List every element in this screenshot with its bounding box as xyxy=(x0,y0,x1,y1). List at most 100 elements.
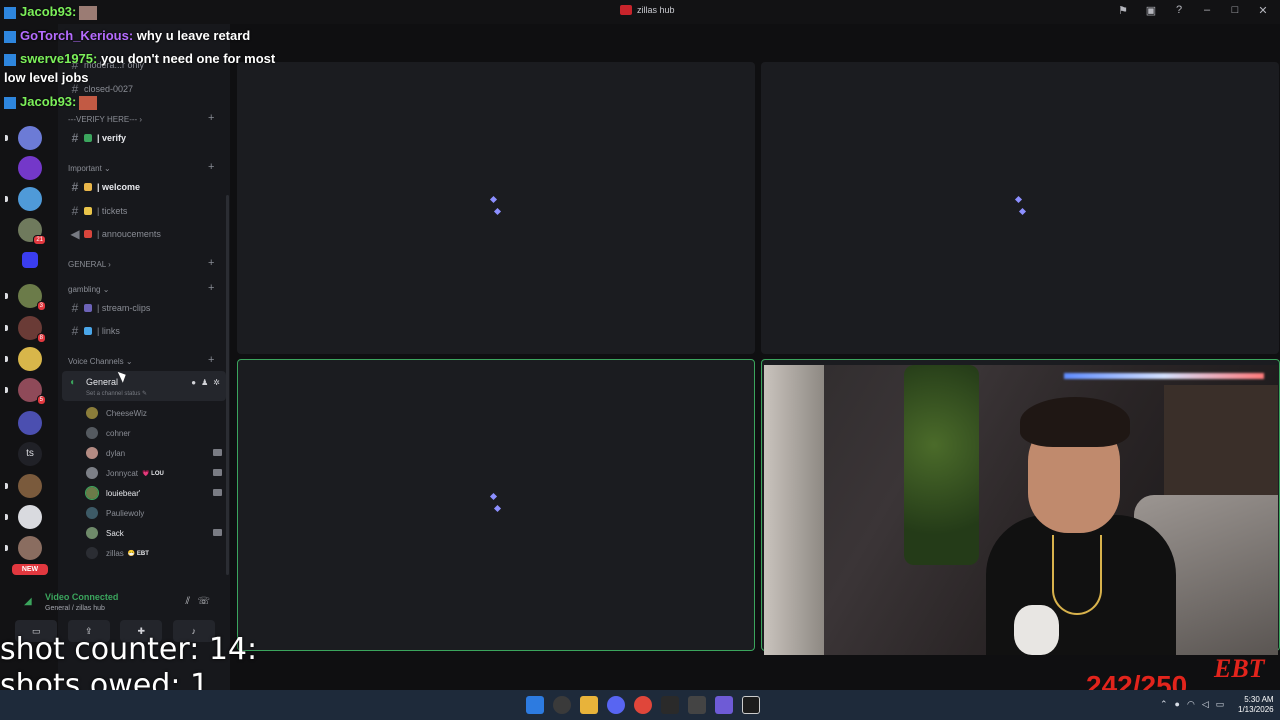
add-channel-icon[interactable]: + xyxy=(208,112,214,124)
channel-links[interactable]: # | links xyxy=(66,322,226,340)
app-icon[interactable] xyxy=(742,696,760,714)
channel-label: | welcome xyxy=(97,182,141,192)
platform-icon xyxy=(4,96,16,109)
avatar xyxy=(79,5,98,20)
category-important[interactable]: Important ⌄ xyxy=(68,164,111,173)
sidebar-scrollbar[interactable] xyxy=(226,195,229,575)
server-icon[interactable] xyxy=(5,347,42,371)
channel-verify[interactable]: # | verify xyxy=(66,129,226,147)
server-icon[interactable] xyxy=(5,126,42,150)
channel-label: | links xyxy=(97,326,120,336)
system-clock[interactable]: 5:30 AM 1/13/2026 xyxy=(1238,695,1274,715)
member-name: zillas xyxy=(106,548,124,558)
add-channel-icon[interactable]: + xyxy=(208,354,214,366)
avatar xyxy=(85,486,99,500)
category-verify[interactable]: ---VERIFY HERE--- › xyxy=(68,115,142,124)
clapper-emoji-icon xyxy=(84,304,92,312)
app-icon[interactable] xyxy=(715,696,733,714)
mic-icon[interactable]: ● xyxy=(1175,699,1180,710)
voice-channel-general[interactable]: ◖ General Set a channel status ✎ ● ♟ ✲ xyxy=(62,371,226,401)
maximize-icon[interactable]: □ xyxy=(1228,4,1242,17)
minimize-icon[interactable]: – xyxy=(1200,4,1214,17)
server-icon[interactable] xyxy=(18,411,42,435)
chat-message: swerve1975: you don't need one for most xyxy=(4,51,275,66)
unread-badge: 5 xyxy=(36,395,46,405)
battery-icon[interactable]: ▭ xyxy=(1216,699,1225,710)
channel-stream-clips[interactable]: # | stream-clips xyxy=(66,299,226,317)
server-logo-icon xyxy=(620,5,632,15)
discord-icon[interactable] xyxy=(607,696,625,714)
channel-welcome[interactable]: # | welcome xyxy=(66,178,226,196)
voice-member[interactable]: Jonnycat 💗 LOU xyxy=(86,464,226,482)
gear-icon[interactable]: ✲ xyxy=(213,378,220,387)
chat-message: Jacob93: xyxy=(4,4,98,20)
voice-member[interactable]: CheeseWiz xyxy=(86,404,226,422)
avatar xyxy=(86,527,98,539)
epic-games-icon[interactable] xyxy=(661,696,679,714)
chat-username: Jacob93: xyxy=(20,94,77,109)
camera-icon xyxy=(213,529,222,536)
add-channel-icon[interactable]: + xyxy=(208,161,214,173)
chevron-up-icon[interactable]: ⌃ xyxy=(1160,699,1168,710)
voice-member[interactable]: dylan xyxy=(86,444,226,462)
server-icon[interactable]: 5 xyxy=(5,378,46,405)
channel-label: | annoucements xyxy=(97,229,161,239)
app-icon[interactable] xyxy=(553,696,571,714)
voice-member[interactable]: cohner xyxy=(86,424,226,442)
server-icon[interactable]: 3 xyxy=(5,284,46,311)
server-icon[interactable] xyxy=(5,505,42,529)
server-icon[interactable]: 8 xyxy=(5,316,46,343)
voice-member[interactable]: louiebear' xyxy=(85,484,226,502)
speaker-icon: ◖ xyxy=(69,377,76,388)
new-unreads-pill[interactable]: NEW xyxy=(12,564,48,575)
invite-user-icon[interactable]: ♟ xyxy=(201,378,208,387)
ticket-emoji-icon xyxy=(84,207,92,215)
noise-suppression-icon[interactable]: ⫽ xyxy=(186,596,190,607)
server-icon[interactable] xyxy=(5,474,42,498)
add-channel-icon[interactable]: + xyxy=(208,257,214,269)
chat-bubble-icon[interactable]: ● xyxy=(191,378,196,387)
help-icon[interactable]: ? xyxy=(1172,4,1186,17)
channel-label: | stream-clips xyxy=(97,303,151,313)
file-explorer-icon[interactable] xyxy=(580,696,598,714)
app-icon[interactable] xyxy=(688,696,706,714)
chrome-icon[interactable] xyxy=(634,696,652,714)
channel-tickets[interactable]: # | tickets xyxy=(66,202,226,220)
voice-member[interactable]: zillas 😷 EBT xyxy=(86,544,226,562)
clock-time: 5:30 AM xyxy=(1244,695,1274,704)
chat-message-continued: low level jobs xyxy=(4,70,89,85)
video-tile-speaking[interactable] xyxy=(237,359,755,651)
gem-emoji-icon xyxy=(84,327,92,335)
video-tile-loading[interactable] xyxy=(761,62,1279,354)
inbox-icon[interactable]: ⚑ xyxy=(1116,4,1130,17)
server-icon[interactable] xyxy=(18,156,42,180)
channel-status-text[interactable]: Set a channel status ✎ xyxy=(86,390,147,397)
server-icon[interactable] xyxy=(5,187,42,211)
server-icon-ts[interactable]: ts xyxy=(18,442,42,466)
voice-member[interactable]: Pauliewoly xyxy=(86,504,226,522)
member-name: Sack xyxy=(106,528,124,538)
video-tile-loading[interactable] xyxy=(237,62,755,354)
server-icon[interactable] xyxy=(5,536,42,560)
loading-spinner-icon xyxy=(1014,195,1028,217)
wifi-icon[interactable]: ◠ xyxy=(1187,699,1195,710)
start-icon[interactable] xyxy=(526,696,544,714)
category-voice-channels[interactable]: Voice Channels ⌄ xyxy=(68,357,133,366)
category-gambling[interactable]: gambling ⌄ xyxy=(68,285,109,294)
avatar xyxy=(86,467,98,479)
voice-member[interactable]: Sack xyxy=(86,524,226,542)
signal-icon[interactable]: ◢ xyxy=(24,596,32,607)
volume-icon[interactable]: ◁ xyxy=(1202,699,1209,710)
server-icon[interactable]: 21 xyxy=(18,218,46,245)
monitor-icon[interactable]: ▣ xyxy=(1144,4,1158,17)
chat-message: Jacob93: xyxy=(4,94,98,110)
unread-badge: 21 xyxy=(33,235,46,245)
add-channel-icon[interactable]: + xyxy=(208,282,214,294)
server-icon[interactable] xyxy=(22,252,38,268)
disconnect-icon[interactable]: ☏ xyxy=(197,596,210,607)
voice-location[interactable]: General / zillas hub xyxy=(45,605,105,612)
channel-annoucements[interactable]: ◀ | annoucements xyxy=(66,225,226,243)
close-icon[interactable]: ✕ xyxy=(1256,4,1270,17)
chat-text: why u leave retard xyxy=(136,28,251,43)
category-general[interactable]: GENERAL › xyxy=(68,260,111,269)
